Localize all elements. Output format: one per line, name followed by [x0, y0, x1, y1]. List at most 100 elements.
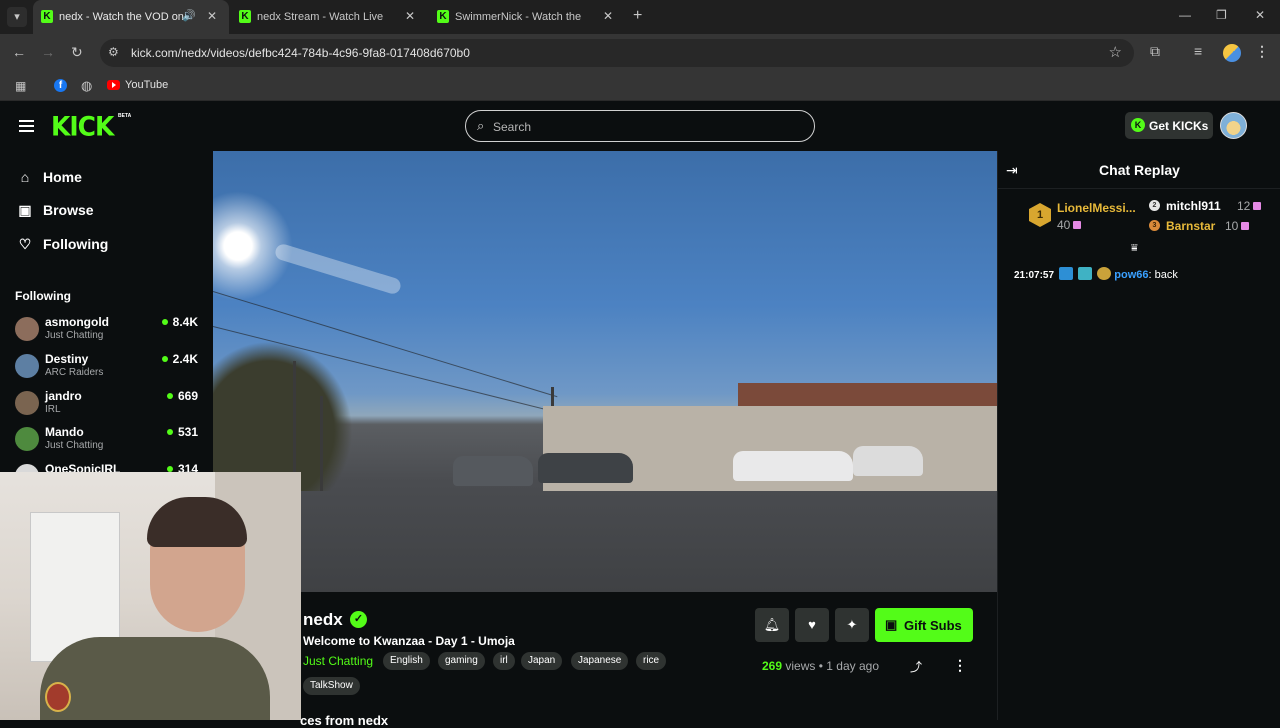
views-count: 269	[762, 659, 783, 673]
chat-title: Chat Replay	[1099, 162, 1180, 178]
apps-grid-icon[interactable]: ▦	[15, 79, 26, 93]
stream-category[interactable]: Just Chatting	[303, 654, 373, 668]
get-kicks-button[interactable]: K Get KICKs	[1125, 112, 1213, 139]
browser-tab[interactable]: K SwimmerNick - Watch the VOD ✕	[429, 0, 625, 34]
notify-bell-button[interactable]: 🔔︎	[755, 608, 789, 642]
video-frame-trees	[213, 341, 353, 491]
avatar	[15, 391, 39, 415]
search-icon: ⌕	[477, 118, 485, 133]
chat-username[interactable]: pow66	[1114, 269, 1148, 281]
kick-logo[interactable]: KICK	[51, 111, 114, 141]
top-gifter-count: 40	[1057, 218, 1082, 232]
home-icon: ⌂	[20, 169, 30, 185]
tab-title: nedx Stream - Watch Live on Kick	[257, 11, 385, 23]
browser-tab[interactable]: K nedx Stream - Watch Live on Kick ✕	[231, 0, 427, 34]
sidebar-item-label: Home	[43, 169, 82, 185]
expand-leaderboard-icon[interactable]: ⩸	[1131, 242, 1138, 255]
follow-button[interactable]: ♥	[795, 608, 829, 642]
bookmark-star-icon[interactable]: ☆	[1109, 43, 1122, 61]
search-input[interactable]: ⌕ Search	[465, 110, 815, 142]
badge-icon	[1059, 267, 1074, 280]
speaker-icon[interactable]: 🔊	[182, 9, 196, 22]
tag-chip[interactable]: irl	[493, 652, 515, 670]
video-frame-pole	[320, 396, 323, 491]
menu-icon[interactable]	[19, 120, 34, 132]
video-frame-flare	[273, 242, 403, 296]
chat-panel: ⇥ Chat Replay 1 LionelMessi... 40 2 mitc…	[997, 151, 1280, 720]
sidebar-item-following[interactable]: ♡ Following	[16, 236, 109, 253]
tab-title: nedx - Watch the VOD on Kick	[59, 11, 187, 23]
viewer-count: 669	[167, 389, 198, 403]
close-tab-icon[interactable]: ✕	[405, 9, 415, 23]
kick-favicon-icon: K	[239, 10, 251, 23]
followed-channel[interactable]: Destiny ARC Raiders 2.4K	[15, 352, 200, 388]
video-player[interactable]	[213, 151, 997, 592]
browser-profile-avatar[interactable]	[1223, 44, 1241, 62]
tag-chip[interactable]: Japan	[521, 652, 563, 670]
more-options-icon[interactable]: ⋮	[953, 657, 967, 674]
tag-chip[interactable]: English	[383, 652, 430, 670]
bookmark-youtube[interactable]: YouTube	[125, 79, 168, 91]
browser-menu-icon[interactable]: ⋮	[1255, 43, 1269, 60]
viewer-count: 2.4K	[162, 352, 198, 366]
streamer-name[interactable]: nedx	[303, 610, 343, 630]
clip-sparkle-button[interactable]: ✦	[835, 608, 869, 642]
stream-title: Welcome to Kwanzaa - Day 1 - Umoja	[303, 634, 515, 648]
restore-icon[interactable]: ❐	[1216, 8, 1227, 22]
followed-channel[interactable]: asmongold Just Chatting 8.4K	[15, 315, 200, 351]
verified-badge-icon: ✓	[350, 611, 367, 628]
search-placeholder: Search	[493, 120, 532, 134]
followed-channel[interactable]: jandro IRL 669	[15, 389, 200, 425]
back-icon[interactable]: ←	[12, 44, 26, 60]
badge-icon	[1078, 267, 1093, 280]
close-tab-icon[interactable]: ✕	[603, 9, 613, 23]
sidebar-item-home[interactable]: ⌂ Home	[16, 169, 82, 185]
sidebar-item-label: Following	[43, 236, 109, 252]
browser-tab-active[interactable]: K nedx - Watch the VOD on Kick 🔊 ✕	[33, 0, 229, 34]
gifter-name[interactable]: Barnstar	[1166, 219, 1215, 233]
youtube-icon[interactable]	[107, 80, 120, 90]
new-tab-icon[interactable]: +	[633, 7, 642, 25]
facebook-icon[interactable]: f	[54, 79, 67, 92]
tag-chip[interactable]: gaming	[438, 652, 485, 670]
user-avatar[interactable]	[1220, 112, 1247, 139]
get-kicks-label: Get KICKs	[1149, 119, 1209, 133]
tag-chip[interactable]: rice	[636, 652, 667, 670]
browse-icon: ▣	[18, 202, 32, 218]
beta-badge: BETA	[118, 113, 132, 119]
minimize-icon[interactable]: —	[1179, 8, 1191, 22]
channel-name: Destiny	[45, 352, 89, 366]
video-frame-car	[453, 456, 533, 486]
globe-icon[interactable]: ◍	[81, 78, 92, 94]
tag-chip[interactable]: TalkShow	[303, 677, 360, 695]
gift-subs-button[interactable]: ▣ Gift Subs	[875, 608, 973, 642]
meta-separator: •	[818, 659, 823, 673]
address-bar[interactable]: ⚙ kick.com/nedx/videos/defbc424-784b-4c9…	[100, 39, 1134, 67]
badge-icon	[1097, 267, 1112, 280]
heart-icon: ♡	[18, 236, 32, 252]
url-text[interactable]: kick.com/nedx/videos/defbc424-784b-4c96-…	[131, 46, 470, 60]
site-info-icon[interactable]: ⚙	[108, 45, 119, 59]
gift-icon	[1253, 202, 1262, 210]
gifter-count: 12	[1237, 199, 1262, 213]
gifter-name[interactable]: mitchl911	[1166, 199, 1221, 213]
browser-toolbar: ← → ↻ ⚙ kick.com/nedx/videos/defbc424-78…	[0, 34, 1280, 71]
followed-channel[interactable]: Mando Just Chatting 531	[15, 425, 200, 461]
extensions-icon[interactable]: ⧉	[1150, 43, 1160, 60]
tab-search-button[interactable]: ▾	[7, 7, 27, 27]
reload-icon[interactable]: ↻	[71, 44, 83, 61]
sidebar-item-browse[interactable]: ▣ Browse	[16, 202, 93, 219]
media-controls-icon[interactable]: ≡	[1194, 43, 1202, 59]
close-tab-icon[interactable]: ✕	[207, 9, 217, 23]
gifter-rank-1-badge: 1	[1029, 203, 1051, 227]
forward-icon[interactable]: →	[41, 44, 55, 60]
gifter-rank-3-badge: 3	[1149, 220, 1160, 231]
channel-name: jandro	[45, 389, 82, 403]
share-icon[interactable]: ⤴	[910, 658, 922, 675]
chat-divider	[998, 188, 1280, 189]
close-window-icon[interactable]: ✕	[1255, 8, 1265, 22]
webcam-jacket-patch	[45, 682, 71, 712]
message-text: : back	[1148, 269, 1178, 281]
top-gifter-name[interactable]: LionelMessi...	[1057, 201, 1136, 215]
tag-chip[interactable]: Japanese	[571, 652, 629, 670]
